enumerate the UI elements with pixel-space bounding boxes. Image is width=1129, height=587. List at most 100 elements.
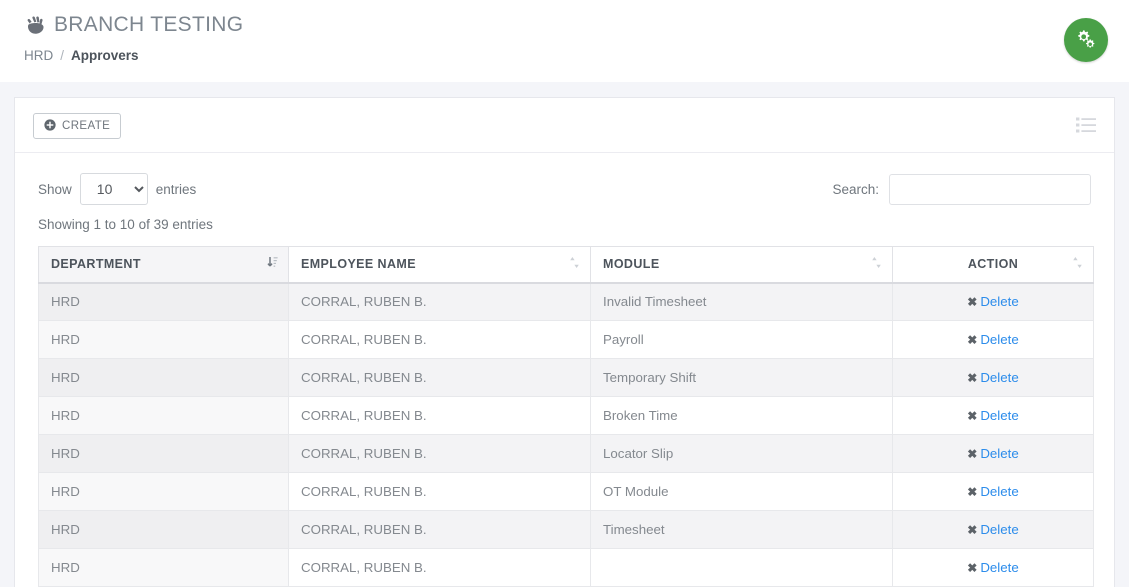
times-icon: ✖ <box>967 295 978 310</box>
cell-module <box>590 548 893 587</box>
delete-link[interactable]: ✖ Delete <box>967 446 1019 461</box>
cell-action: ✖ Delete <box>892 472 1094 511</box>
sort-icon <box>1072 256 1083 272</box>
settings-button[interactable] <box>1064 18 1108 62</box>
cell-module: Invalid Timesheet <box>590 282 893 321</box>
delete-link[interactable]: ✖ Delete <box>967 408 1019 423</box>
table-row: HRD CORRAL, RUBEN B. Payroll ✖ Delete <box>38 320 1094 359</box>
column-label: MODULE <box>603 257 660 272</box>
times-icon: ✖ <box>967 561 978 575</box>
delete-link[interactable]: ✖ Delete <box>967 332 1019 347</box>
column-label: ACTION <box>967 257 1019 272</box>
delete-link-label: Delete <box>980 446 1019 461</box>
sort-asc-icon <box>267 256 278 272</box>
cell-department: HRD <box>38 510 289 549</box>
sort-icon <box>871 256 882 272</box>
table-head: DEPARTMENT EMPLOYEE NAME MODULE ACTION <box>38 246 1094 284</box>
delete-link[interactable]: ✖ Delete <box>967 484 1019 499</box>
cell-department: HRD <box>38 472 289 511</box>
cell-action: ✖ Delete <box>892 548 1094 587</box>
cell-action: ✖ Delete <box>892 320 1094 359</box>
approvers-table: DEPARTMENT EMPLOYEE NAME MODULE ACTION H… <box>38 246 1094 587</box>
column-header-module[interactable]: MODULE <box>590 246 893 284</box>
delete-link-label: Delete <box>980 484 1019 499</box>
show-label: Show <box>38 181 72 197</box>
breadcrumb: HRD / Approvers <box>24 48 1129 63</box>
cell-department: HRD <box>38 358 289 397</box>
cell-action: ✖ Delete <box>892 510 1094 549</box>
cell-employee-name: CORRAL, RUBEN B. <box>288 282 591 321</box>
delete-link[interactable]: ✖ Delete <box>967 522 1019 537</box>
delete-link-label: Delete <box>980 522 1019 537</box>
table-row: HRD CORRAL, RUBEN B. ✖ Delete <box>38 548 1094 587</box>
page-length-select[interactable]: 10 <box>79 173 148 205</box>
times-icon: ✖ <box>967 371 978 385</box>
cell-employee-name: CORRAL, RUBEN B. <box>288 472 591 511</box>
cell-employee-name: CORRAL, RUBEN B. <box>288 434 591 473</box>
delete-link-label: Delete <box>980 370 1019 385</box>
page-length-control: Show 10 entries <box>38 173 196 205</box>
breadcrumb-parent[interactable]: HRD <box>24 48 53 63</box>
column-label: DEPARTMENT <box>51 257 141 272</box>
table-row: HRD CORRAL, RUBEN B. Timesheet ✖ Delete <box>38 510 1094 549</box>
delete-link-label: Delete <box>980 294 1019 310</box>
column-header-action[interactable]: ACTION <box>892 246 1094 284</box>
table-info: Showing 1 to 10 of 39 entries <box>38 217 213 232</box>
cell-module: Timesheet <box>590 510 893 549</box>
cell-employee-name: CORRAL, RUBEN B. <box>288 548 591 587</box>
cell-employee-name: CORRAL, RUBEN B. <box>288 396 591 435</box>
table-row: HRD CORRAL, RUBEN B. Locator Slip ✖ Delete <box>38 434 1094 473</box>
cell-module: Temporary Shift <box>590 358 893 397</box>
cell-employee-name: CORRAL, RUBEN B. <box>288 510 591 549</box>
entries-label: entries <box>155 181 197 197</box>
sort-icon <box>569 256 580 272</box>
delete-link[interactable]: ✖ Delete <box>967 560 1019 575</box>
cell-action: ✖ Delete <box>892 358 1094 397</box>
cell-department: HRD <box>38 320 289 359</box>
table-row: HRD CORRAL, RUBEN B. Invalid Timesheet ✖ Del… <box>38 282 1094 321</box>
cell-action: ✖ Delete <box>892 434 1094 473</box>
app-header: BRANCH TESTING HRD / Approvers <box>0 0 1129 82</box>
cell-module: Locator Slip <box>590 434 893 473</box>
cell-employee-name: CORRAL, RUBEN B. <box>288 358 591 397</box>
table-controls: Show 10 entries Search: <box>38 169 1091 209</box>
delete-link-label: Delete <box>980 408 1019 423</box>
cell-department: HRD <box>38 548 289 587</box>
column-header-department[interactable]: DEPARTMENT <box>38 246 289 284</box>
brand: BRANCH TESTING <box>24 10 1129 40</box>
times-icon: ✖ <box>967 409 978 423</box>
table-body: HRD CORRAL, RUBEN B. Invalid Timesheet ✖ Del… <box>38 282 1094 587</box>
card-body: Show 10 entries Search: Showing 1 to 10 … <box>15 153 1114 587</box>
cell-action: ✖ Delete <box>892 396 1094 435</box>
content-card: CREATE Show 10 entries Search: Showing 1… <box>14 97 1115 587</box>
delete-link[interactable]: ✖ Delete <box>967 294 1019 309</box>
cell-department: HRD <box>38 434 289 473</box>
create-button[interactable]: CREATE <box>33 113 122 139</box>
delete-link[interactable]: ✖ Delete <box>967 370 1019 385</box>
times-icon: ✖ <box>967 447 978 461</box>
hand-icon <box>24 15 46 35</box>
table-header-row: DEPARTMENT EMPLOYEE NAME MODULE ACTION <box>38 246 1094 284</box>
list-icon[interactable] <box>1076 116 1096 134</box>
search-input[interactable] <box>889 173 1091 205</box>
breadcrumb-current: Approvers <box>71 48 139 63</box>
cell-department: HRD <box>38 396 289 435</box>
card-toolbar: CREATE <box>15 98 1114 153</box>
table-row: HRD CORRAL, RUBEN B. OT Module ✖ Delete <box>38 472 1094 511</box>
cell-action: ✖ Delete <box>892 282 1094 321</box>
gears-icon <box>1075 28 1097 53</box>
cell-module: Broken Time <box>590 396 893 435</box>
cell-employee-name: CORRAL, RUBEN B. <box>288 320 591 359</box>
cell-module: Payroll <box>590 320 893 359</box>
page-title: BRANCH TESTING <box>54 13 244 36</box>
table-row: HRD CORRAL, RUBEN B. Broken Time ✖ Delete <box>38 396 1094 435</box>
create-button-label: CREATE <box>62 120 111 132</box>
delete-link-label: Delete <box>980 560 1019 575</box>
column-header-employee-name[interactable]: EMPLOYEE NAME <box>288 246 591 284</box>
cell-module: OT Module <box>590 472 893 511</box>
times-icon: ✖ <box>967 523 978 537</box>
plus-circle-icon <box>44 118 56 134</box>
table-row: HRD CORRAL, RUBEN B. Temporary Shift ✖ Delet… <box>38 358 1094 397</box>
search-label: Search: <box>832 181 879 197</box>
search-control: Search: <box>832 173 1091 205</box>
